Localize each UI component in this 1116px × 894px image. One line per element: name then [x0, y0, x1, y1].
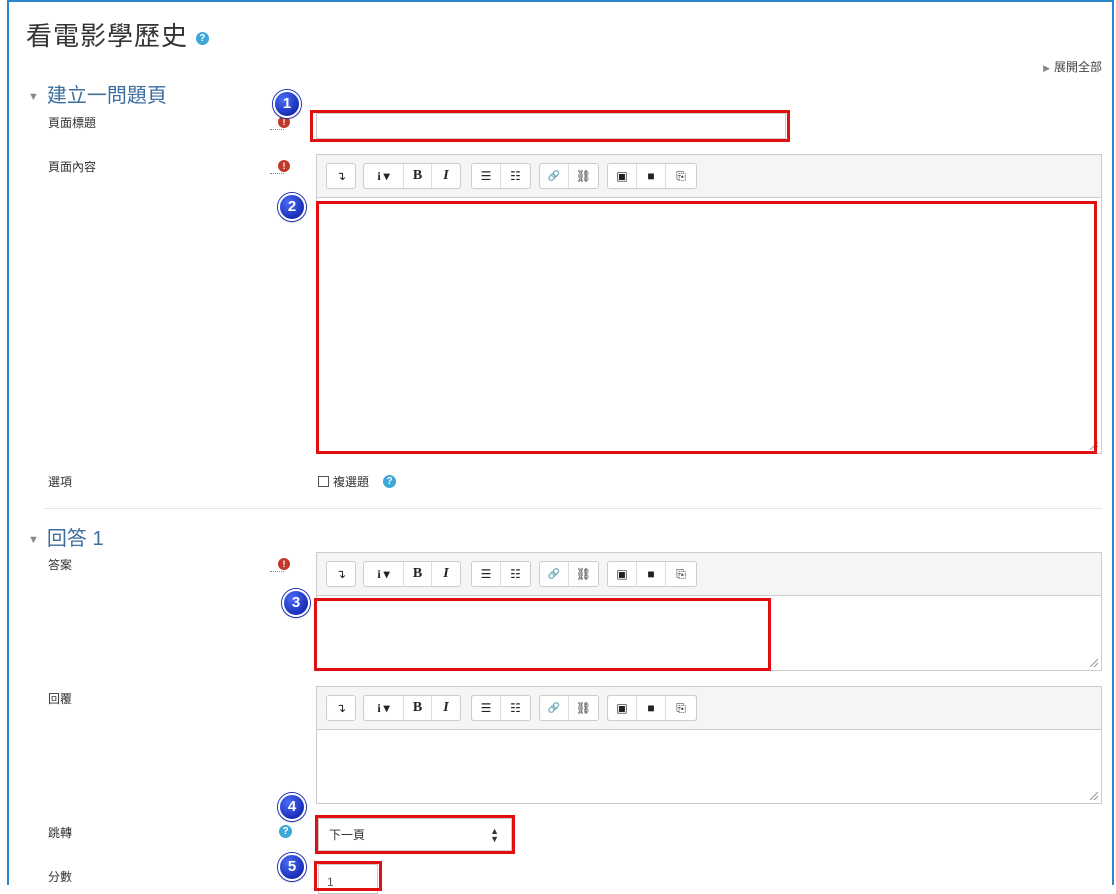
toolbar-group: ▣ ■ ⎘ [607, 163, 697, 189]
annotation-badge-1: 1 [273, 90, 301, 118]
bold-icon[interactable]: B [404, 562, 432, 586]
toolbar-group: ▣ ■ ⎘ [607, 561, 697, 587]
section-header-create-page[interactable]: ▼ 建立一問題頁 [28, 79, 167, 108]
page-frame-right [1112, 0, 1114, 885]
toolbar-group: ↴ [326, 561, 356, 587]
expand-triangle-icon: ▶ [1043, 63, 1050, 73]
section-caret-icon: ▼ [28, 90, 39, 103]
ordered-list-icon[interactable]: ☷ [501, 164, 530, 188]
info-dropdown-icon[interactable]: i ▾ [364, 696, 404, 720]
page-frame-left [7, 0, 9, 885]
toolbar-group: ↴ [326, 163, 356, 189]
link-icon[interactable]: 🔗 [540, 164, 569, 188]
required-underline [270, 128, 284, 130]
image-icon[interactable]: ▣ [608, 696, 637, 720]
annotation-badge-4: 4 [278, 793, 306, 821]
response-editor[interactable]: ↴ i ▾ B I ☰ ☷ 🔗 ⛓ ▣ ■ ⎘ [316, 686, 1102, 804]
image-icon[interactable]: ▣ [608, 562, 637, 586]
required-icon: ! [278, 160, 290, 172]
page-title-text: 看電影學歷史 [26, 21, 189, 51]
toolbar-group: ▣ ■ ⎘ [607, 695, 697, 721]
toolbar-group: ☰ ☷ [471, 163, 531, 189]
collapse-icon[interactable]: ↴ [327, 696, 355, 720]
editor-toolbar: ↴ i ▾ B I ☰ ☷ 🔗 ⛓ ▣ ■ ⎘ [317, 687, 1101, 730]
paste-icon[interactable]: ⎘ [666, 562, 696, 586]
link-icon[interactable]: 🔗 [540, 696, 569, 720]
section-title: 回答 1 [46, 528, 104, 550]
unlink-icon[interactable]: ⛓ [569, 562, 598, 586]
editor-toolbar: ↴ i ▾ B I ☰ ☷ 🔗 ⛓ ▣ ■ ⎘ [317, 155, 1101, 198]
answer-label: 答案 [48, 558, 73, 572]
ordered-list-icon[interactable]: ☷ [501, 696, 530, 720]
toolbar-group: i ▾ B I [363, 163, 461, 189]
section-divider [44, 508, 1102, 509]
toolbar-group: ↴ [326, 695, 356, 721]
bold-icon[interactable]: B [404, 164, 432, 188]
toolbar-group: ☰ ☷ [471, 695, 531, 721]
annotation-box-1 [310, 110, 790, 142]
annotation-badge-5: 5 [278, 853, 306, 881]
title-help-icon[interactable]: ? [196, 31, 210, 45]
annotation-box-3 [314, 598, 771, 671]
editor-toolbar: ↴ i ▾ B I ☰ ☷ 🔗 ⛓ ▣ ■ ⎘ [317, 553, 1101, 596]
toolbar-group: 🔗 ⛓ [539, 561, 599, 587]
jump-help-icon[interactable]: ? [279, 825, 292, 838]
toolbar-group: i ▾ B I [363, 561, 461, 587]
unlink-icon[interactable]: ⛓ [569, 164, 598, 188]
multiple-choice-option: 複選題 ? [318, 473, 397, 490]
response-label: 回覆 [48, 692, 73, 706]
paste-icon[interactable]: ⎘ [666, 696, 696, 720]
toolbar-group: i ▾ B I [363, 695, 461, 721]
page-frame-top [7, 0, 1114, 2]
multiple-choice-help-icon[interactable]: ? [383, 475, 397, 488]
annotation-box-4 [315, 815, 515, 854]
annotation-box-5 [314, 861, 382, 891]
ordered-list-icon[interactable]: ☷ [501, 562, 530, 586]
media-icon[interactable]: ■ [637, 696, 666, 720]
bold-icon[interactable]: B [404, 696, 432, 720]
required-icon: ! [278, 558, 290, 570]
collapse-icon[interactable]: ↴ [327, 562, 355, 586]
expand-all-label: 展開全部 [1053, 60, 1102, 74]
expand-all-link[interactable]: ▶ 展開全部 [1043, 58, 1102, 75]
unordered-list-icon[interactable]: ☰ [472, 164, 501, 188]
page-title: 看電影學歷史 ? [26, 16, 210, 53]
toolbar-group: 🔗 ⛓ [539, 163, 599, 189]
media-icon[interactable]: ■ [637, 164, 666, 188]
paste-icon[interactable]: ⎘ [666, 164, 696, 188]
info-dropdown-icon[interactable]: i ▾ [364, 164, 404, 188]
page-content-label: 頁面內容 [48, 160, 97, 174]
media-icon[interactable]: ■ [637, 562, 666, 586]
multiple-choice-label: 複選題 [333, 475, 370, 489]
options-label: 選項 [48, 475, 73, 489]
italic-icon[interactable]: I [432, 164, 460, 188]
page-title-label: 頁面標題 [48, 116, 97, 130]
toolbar-group: ☰ ☷ [471, 561, 531, 587]
annotation-badge-2: 2 [278, 193, 306, 221]
resize-grip-icon[interactable] [1090, 792, 1098, 800]
unordered-list-icon[interactable]: ☰ [472, 696, 501, 720]
italic-icon[interactable]: I [432, 562, 460, 586]
collapse-icon[interactable]: ↴ [327, 164, 355, 188]
italic-icon[interactable]: I [432, 696, 460, 720]
section-title: 建立一問題頁 [46, 85, 167, 107]
jump-label: 跳轉 [48, 826, 73, 840]
required-underline [270, 172, 284, 174]
info-dropdown-icon[interactable]: i ▾ [364, 562, 404, 586]
required-underline [270, 570, 284, 572]
annotation-badge-3: 3 [282, 589, 310, 617]
unordered-list-icon[interactable]: ☰ [472, 562, 501, 586]
section-caret-icon: ▼ [28, 533, 39, 546]
toolbar-group: 🔗 ⛓ [539, 695, 599, 721]
score-label: 分數 [48, 870, 73, 884]
multiple-choice-checkbox[interactable] [318, 476, 329, 487]
annotation-box-2 [316, 201, 1097, 454]
image-icon[interactable]: ▣ [608, 164, 637, 188]
section-header-answer-1[interactable]: ▼ 回答 1 [28, 522, 104, 551]
resize-grip-icon[interactable] [1090, 659, 1098, 667]
unlink-icon[interactable]: ⛓ [569, 696, 598, 720]
link-icon[interactable]: 🔗 [540, 562, 569, 586]
